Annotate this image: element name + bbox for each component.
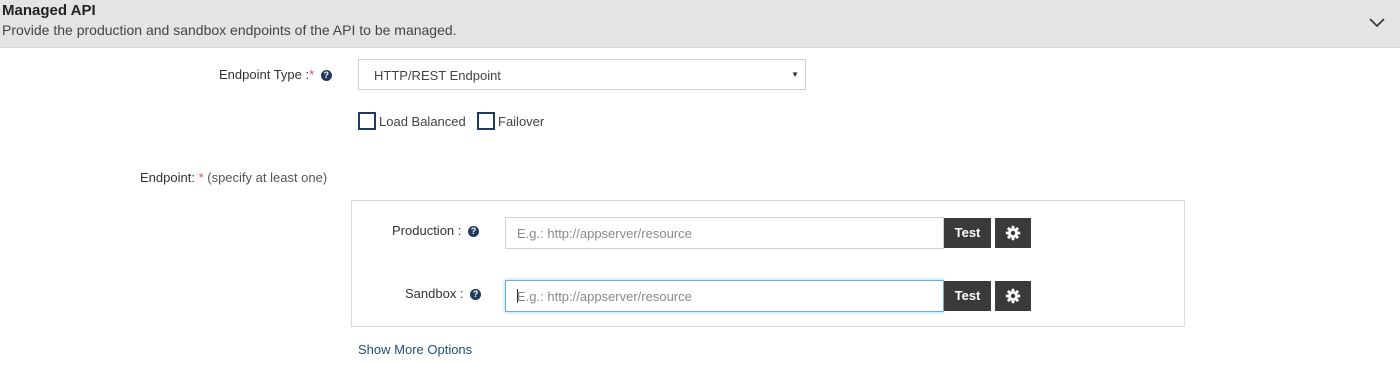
production-test-button[interactable]: Test xyxy=(944,218,991,248)
sandbox-endpoint-input[interactable] xyxy=(505,280,944,312)
required-mark: * xyxy=(198,170,204,185)
failover-option[interactable]: Failover xyxy=(477,111,544,131)
endpoint-label: Endpoint: * (specify at least one) xyxy=(140,170,328,185)
chevron-down-icon[interactable] xyxy=(1368,14,1386,32)
sandbox-settings-button[interactable] xyxy=(995,281,1031,311)
gear-icon xyxy=(1005,225,1021,241)
failover-label: Failover xyxy=(498,113,545,129)
endpoint-type-selected-value: HTTP/REST Endpoint xyxy=(374,68,501,83)
sandbox-test-button[interactable]: Test xyxy=(944,281,991,311)
load-balanced-checkbox[interactable] xyxy=(358,112,376,130)
failover-checkbox[interactable] xyxy=(477,112,495,130)
dropdown-caret-icon: ▼ xyxy=(791,70,799,79)
production-label: Production : ? xyxy=(392,223,479,238)
text-cursor xyxy=(517,289,518,303)
question-circle-icon[interactable]: ? xyxy=(468,226,479,237)
endpoint-type-select[interactable]: HTTP/REST Endpoint ▼ xyxy=(358,59,806,90)
section-subtitle: Provide the production and sandbox endpo… xyxy=(2,22,457,38)
sandbox-label: Sandbox : ? xyxy=(405,286,482,301)
question-circle-icon[interactable]: ? xyxy=(320,70,332,81)
required-mark: * xyxy=(309,67,315,82)
endpoint-hint: (specify at least one) xyxy=(207,170,328,185)
load-balanced-label: Load Balanced xyxy=(379,113,466,129)
gear-icon xyxy=(1005,288,1021,304)
section-title: Managed API xyxy=(2,2,96,19)
production-endpoint-input[interactable] xyxy=(505,217,944,249)
section-header[interactable]: Managed API Provide the production and s… xyxy=(0,0,1400,48)
question-circle-icon[interactable]: ? xyxy=(470,289,482,300)
production-settings-button[interactable] xyxy=(995,218,1031,248)
show-more-options-link[interactable]: Show More Options xyxy=(358,342,472,357)
load-balanced-option[interactable]: Load Balanced xyxy=(358,111,466,131)
endpoint-type-label: Endpoint Type :* ? xyxy=(219,67,332,82)
